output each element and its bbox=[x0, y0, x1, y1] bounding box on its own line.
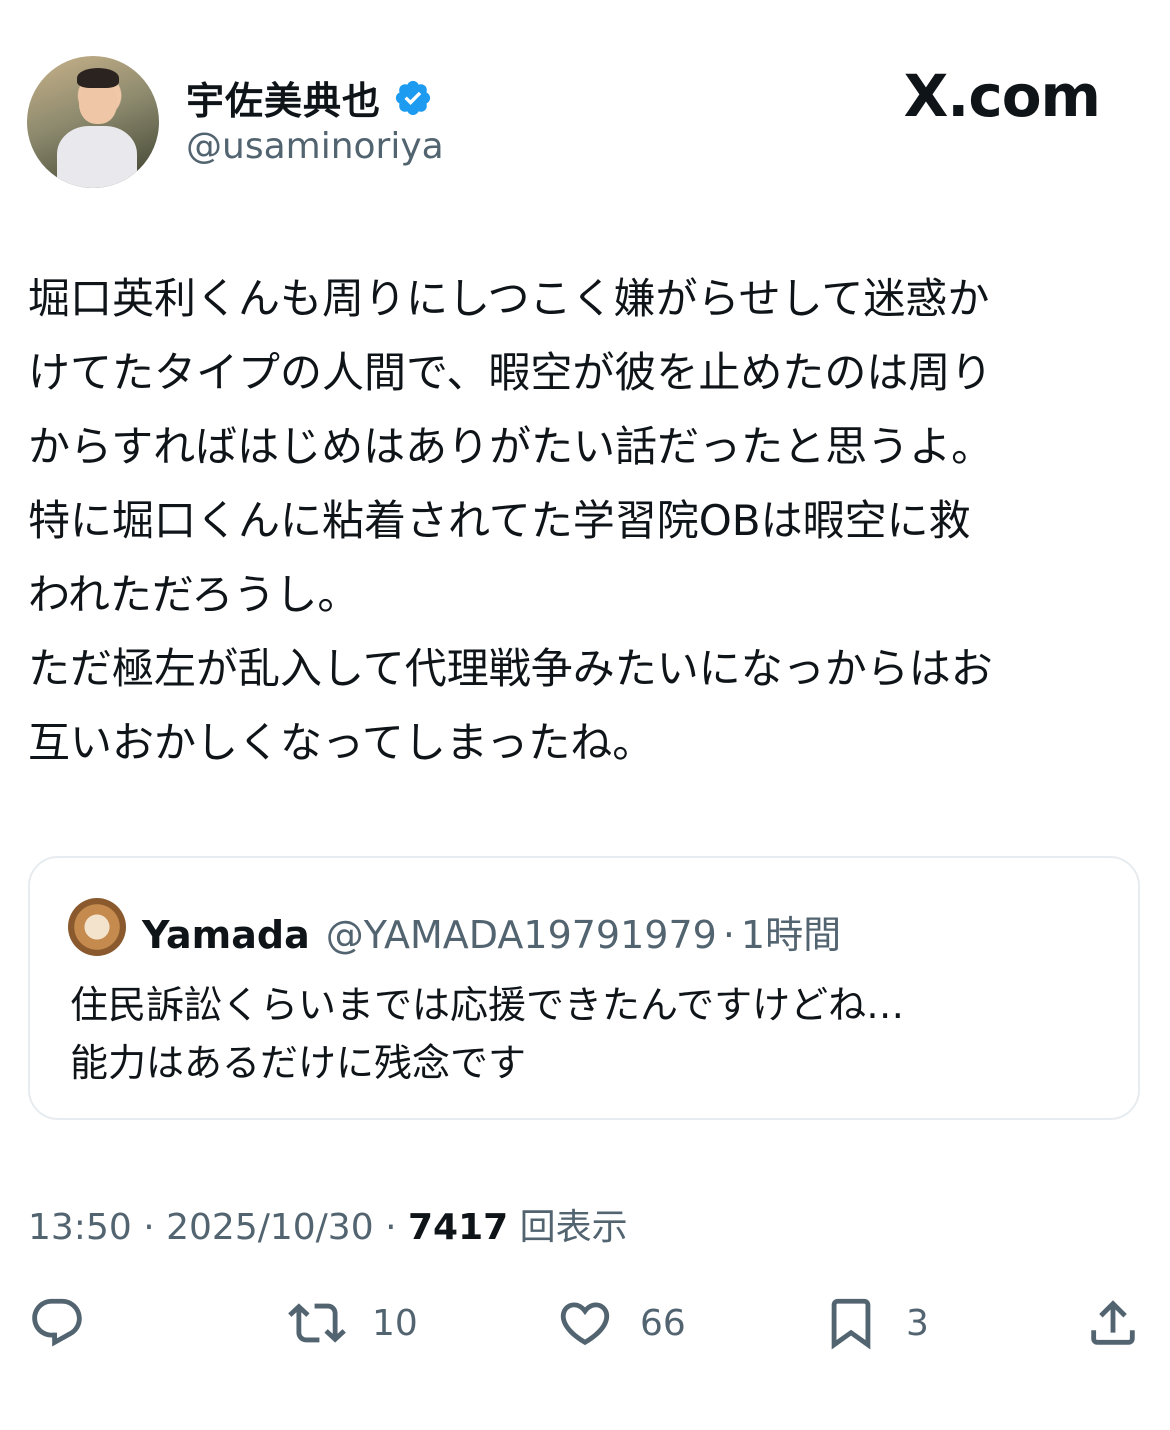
bookmark-icon bbox=[831, 1298, 871, 1350]
quoted-separator: · bbox=[722, 913, 735, 957]
author-name-row: 宇佐美典也 bbox=[186, 70, 433, 125]
action-bar: 10 66 3 bbox=[0, 1290, 1170, 1360]
quoted-tweet-header: Yamada @YAMADA19791979 · 1時間 bbox=[142, 904, 841, 959]
quoted-author-handle: @YAMADA19791979 bbox=[325, 913, 717, 957]
meta-separator-1: · bbox=[143, 1207, 155, 1248]
view-count: 7417 bbox=[407, 1207, 509, 1248]
bookmark-count: 3 bbox=[906, 1302, 929, 1344]
quoted-tweet-text: 住民訴訟くらいまでは応援できたんですけどね… 能力はあるだけに残念です bbox=[70, 983, 905, 1085]
verified-badge-icon bbox=[395, 80, 431, 115]
share-button[interactable] bbox=[1084, 1294, 1142, 1352]
bookmark-button[interactable]: 3 bbox=[822, 1294, 929, 1352]
like-button[interactable]: 66 bbox=[556, 1294, 686, 1352]
reply-button[interactable] bbox=[28, 1294, 112, 1352]
reply-icon bbox=[32, 1298, 82, 1347]
view-label: 回表示 bbox=[519, 1207, 628, 1248]
avatar-hair bbox=[77, 68, 119, 88]
author-display-name[interactable]: 宇佐美典也 bbox=[186, 70, 381, 125]
share-icon bbox=[1091, 1300, 1135, 1345]
retweet-icon bbox=[288, 1303, 346, 1343]
author-avatar[interactable] bbox=[27, 56, 159, 188]
meta-separator-2: · bbox=[385, 1207, 397, 1248]
site-label: X.com bbox=[903, 62, 1101, 130]
quoted-time: 1時間 bbox=[740, 913, 842, 957]
retweet-button[interactable]: 10 bbox=[288, 1294, 418, 1352]
heart-icon bbox=[560, 1302, 610, 1346]
tweet-text: 堀口英利くんも周りにしつこく嫌がらせして迷惑か けてたタイプの人間で、暇空が彼を… bbox=[28, 274, 994, 767]
tweet-meta: 13:50 · 2025/10/30 · 7417 回表示 bbox=[28, 1198, 628, 1250]
quoted-author-avatar bbox=[68, 898, 126, 956]
like-count: 66 bbox=[640, 1302, 686, 1344]
quoted-author-name: Yamada bbox=[142, 913, 310, 957]
quoted-tweet-card[interactable]: Yamada @YAMADA19791979 · 1時間 住民訴訟くらいまでは応… bbox=[28, 856, 1140, 1120]
author-handle[interactable]: @usaminoriya bbox=[186, 126, 444, 167]
retweet-count: 10 bbox=[372, 1302, 418, 1344]
tweet-time[interactable]: 13:50 bbox=[28, 1207, 132, 1248]
avatar-shirt bbox=[57, 126, 137, 188]
tweet-date[interactable]: 2025/10/30 bbox=[166, 1207, 374, 1248]
